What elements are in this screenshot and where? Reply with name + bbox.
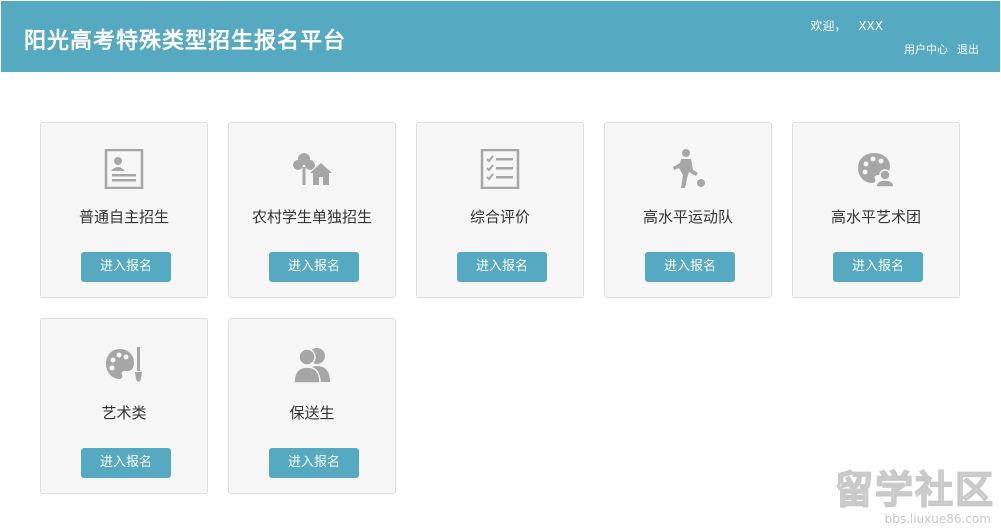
top-header: 阳光高考特殊类型招生报名平台 欢迎， XXX 用户中心 退出 [1,1,1000,72]
user-center-link[interactable]: 用户中心 [904,43,948,56]
enter-registration-button[interactable]: 进入报名 [269,448,359,478]
platform-title: 阳光高考特殊类型招生报名平台 [24,29,347,54]
card-label: 综合评价 [469,208,530,226]
welcome-text: 欢迎， XXX [810,17,883,34]
card-comprehensive-evaluation: 综合评价 进入报名 [416,122,584,298]
enter-registration-button[interactable]: 进入报名 [81,448,171,478]
card-label: 高水平艺术团 [830,208,921,226]
resume-icon [41,147,207,191]
card-label: 保送生 [289,404,335,422]
username: XXX [858,19,883,33]
palette-brush-icon [41,343,207,387]
tree-house-icon [229,147,395,191]
palette-group-icon [793,147,959,191]
header-links: 用户中心 退出 [904,41,979,57]
enter-registration-button[interactable]: 进入报名 [81,252,171,282]
card-label: 农村学生单独招生 [251,208,372,226]
users-icon [229,343,395,387]
card-recommended-students: 保送生 进入报名 [228,318,396,494]
watermark-logo: 留学社区 [834,467,995,513]
card-label: 普通自主招生 [78,208,169,226]
card-high-level-sports: 高水平运动队 进入报名 [604,122,772,298]
checklist-icon [417,147,583,191]
enter-registration-button[interactable]: 进入报名 [269,252,359,282]
welcome-label: 欢迎， [810,19,847,33]
logout-link[interactable]: 退出 [957,43,979,56]
watermark-url: bbs.liuxue86.com [884,512,991,526]
card-arts: 艺术类 进入报名 [40,318,208,494]
card-rural-students: 农村学生单独招生 进入报名 [228,122,396,298]
enter-registration-button[interactable]: 进入报名 [457,252,547,282]
card-regular-independent: 普通自主招生 进入报名 [40,122,208,298]
card-label: 高水平运动队 [642,208,733,226]
card-high-level-art-troupe: 高水平艺术团 进入报名 [792,122,960,298]
enter-registration-button[interactable]: 进入报名 [833,252,923,282]
card-label: 艺术类 [101,404,147,422]
enter-registration-button[interactable]: 进入报名 [645,252,735,282]
soccer-player-icon [605,147,771,191]
